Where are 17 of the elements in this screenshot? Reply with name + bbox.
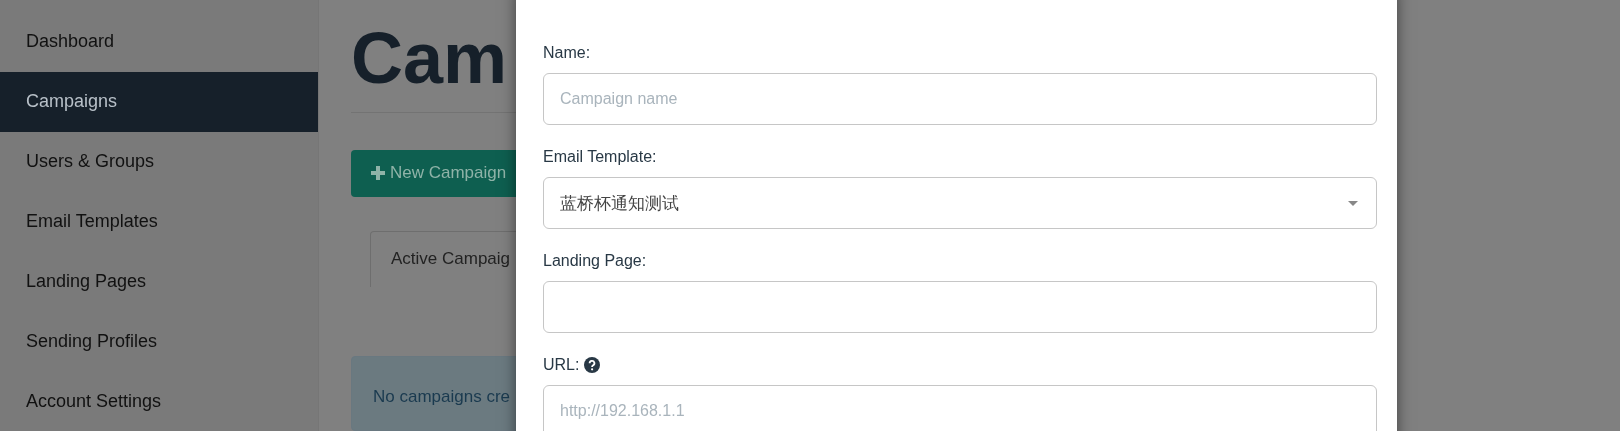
help-icon[interactable] xyxy=(584,356,601,373)
input-field[interactable] xyxy=(543,281,1377,333)
input-field[interactable]: http://192.168.1.1 xyxy=(543,385,1377,431)
input-field[interactable]: Campaign name xyxy=(543,73,1377,125)
plus-icon xyxy=(371,166,385,181)
sidebar-item[interactable]: Campaigns xyxy=(0,71,318,132)
sidebar-item[interactable]: Account Settings xyxy=(0,371,318,431)
template-select[interactable]: 蓝桥杯通知测试 xyxy=(543,177,1377,229)
sidebar-item[interactable]: Landing Pages xyxy=(0,251,318,312)
sidebar-item[interactable]: Email Templates xyxy=(0,191,318,252)
field-label: Name: xyxy=(543,43,591,62)
sidebar-item[interactable]: Dashboard xyxy=(0,12,318,72)
field-label: URL: xyxy=(543,355,580,374)
page-title: Cam xyxy=(351,18,508,98)
sidebar-item[interactable]: Users & Groups xyxy=(0,131,318,192)
sidebar-item[interactable]: Sending Profiles xyxy=(0,311,318,372)
caret-icon xyxy=(1348,200,1358,206)
